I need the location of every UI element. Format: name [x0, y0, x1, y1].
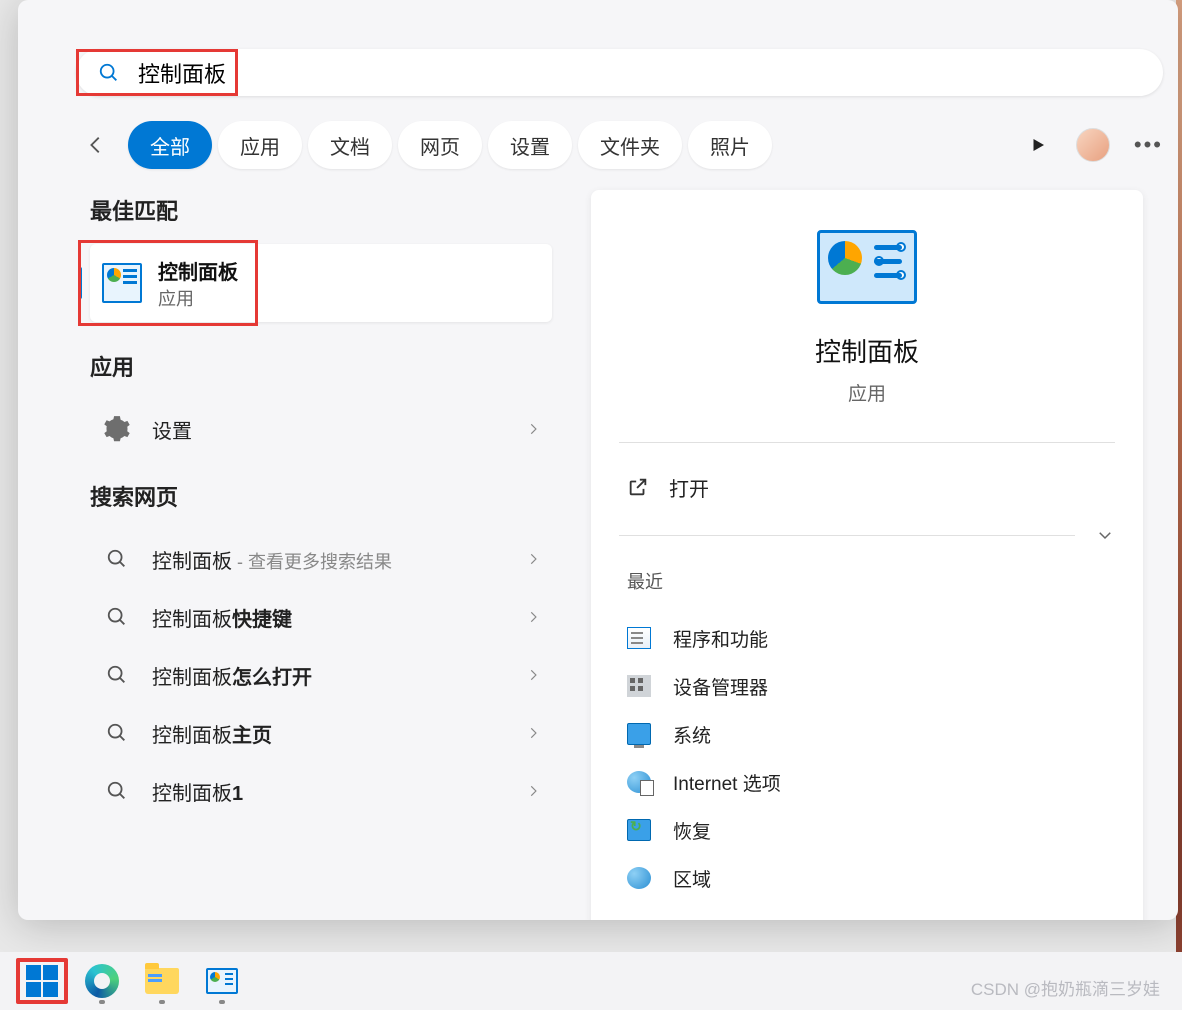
back-button[interactable] — [76, 125, 116, 165]
best-match-subtitle: 应用 — [158, 285, 238, 311]
tab-documents[interactable]: 文档 — [308, 121, 392, 169]
watermark: CSDN @抱奶瓶滴三岁娃 — [971, 975, 1160, 1000]
tab-folders[interactable]: 文件夹 — [578, 121, 682, 169]
chevron-right-icon — [526, 784, 540, 798]
search-icon — [106, 664, 128, 686]
recent-header: 最近 — [627, 568, 1115, 594]
play-icon — [1029, 136, 1047, 154]
web-header: 搜索网页 — [90, 480, 552, 512]
open-icon — [627, 476, 649, 498]
expand-divider[interactable] — [619, 526, 1115, 544]
tab-settings[interactable]: 设置 — [488, 121, 572, 169]
tab-all[interactable]: 全部 — [128, 121, 212, 169]
arrow-left-icon — [85, 134, 107, 156]
search-icon — [98, 62, 120, 84]
app-item-settings[interactable]: 设置 — [90, 400, 552, 458]
device-manager-icon — [627, 675, 651, 697]
results-column: 最佳匹配 控制面板 应用 应用 设置 搜索网页 控制面板 - — [18, 190, 566, 915]
web-result-3[interactable]: 控制面板主页 — [90, 704, 552, 762]
programs-icon — [627, 627, 651, 649]
result-label: 控制面板1 — [152, 777, 526, 806]
edge-icon — [85, 964, 119, 998]
recent-programs[interactable]: 程序和功能 — [619, 614, 1115, 662]
web-result-1[interactable]: 控制面板快捷键 — [90, 588, 552, 646]
region-icon — [627, 867, 651, 889]
windows-logo-icon — [26, 965, 58, 997]
open-label: 打开 — [669, 473, 709, 502]
control-panel-large-icon — [817, 230, 917, 304]
taskbar-edge[interactable] — [76, 958, 128, 1004]
search-tabs: 全部 应用 文档 网页 设置 文件夹 照片 — [128, 121, 778, 169]
search-icon — [106, 548, 128, 570]
web-result-4[interactable]: 控制面板1 — [90, 762, 552, 820]
open-action[interactable]: 打开 — [619, 463, 1115, 511]
best-match-header: 最佳匹配 — [90, 194, 552, 226]
tab-web[interactable]: 网页 — [398, 121, 482, 169]
chevron-down-icon — [1095, 526, 1115, 544]
chevron-right-icon — [526, 610, 540, 624]
chevron-right-icon — [526, 422, 540, 436]
recent-region[interactable]: 区域 — [619, 854, 1115, 902]
recent-system[interactable]: 系统 — [619, 710, 1115, 758]
control-panel-icon — [206, 968, 238, 994]
best-match-item[interactable]: 控制面板 应用 — [90, 244, 552, 322]
result-label: 控制面板快捷键 — [152, 603, 526, 632]
best-match-title: 控制面板 — [158, 256, 238, 285]
recovery-icon — [627, 819, 651, 841]
recent-internet-options[interactable]: Internet 选项 — [619, 758, 1115, 806]
gear-icon — [103, 415, 131, 443]
detail-card: 控制面板 应用 打开 最近 程序和功能 设备管理器 系统 Internet 选项… — [591, 190, 1143, 920]
search-input[interactable] — [138, 60, 1163, 86]
search-bar[interactable] — [76, 49, 1163, 96]
web-result-2[interactable]: 控制面板怎么打开 — [90, 646, 552, 704]
chevron-right-icon — [526, 726, 540, 740]
search-icon — [106, 606, 128, 628]
play-button[interactable] — [1024, 131, 1052, 159]
internet-options-icon — [627, 771, 651, 793]
detail-column: 控制面板 应用 打开 最近 程序和功能 设备管理器 系统 Internet 选项… — [566, 190, 1178, 915]
divider — [619, 442, 1115, 443]
result-label: 控制面板怎么打开 — [152, 661, 526, 690]
folder-icon — [145, 968, 179, 994]
search-icon — [106, 780, 128, 802]
chevron-right-icon — [526, 552, 540, 566]
result-label: 控制面板主页 — [152, 719, 526, 748]
result-label: 设置 — [152, 415, 526, 444]
control-panel-icon — [102, 263, 142, 303]
recent-device-manager[interactable]: 设备管理器 — [619, 662, 1115, 710]
windows-search-panel: 全部 应用 文档 网页 设置 文件夹 照片 ••• 最佳匹配 控制面板 应用 — [18, 0, 1178, 920]
detail-title: 控制面板 — [619, 332, 1115, 369]
tab-photos[interactable]: 照片 — [688, 121, 772, 169]
taskbar-control-panel[interactable] — [196, 958, 248, 1004]
user-avatar[interactable] — [1076, 128, 1110, 162]
filter-row: 全部 应用 文档 网页 设置 文件夹 照片 ••• — [76, 115, 1163, 175]
search-icon — [106, 722, 128, 744]
start-button[interactable] — [16, 958, 68, 1004]
apps-header: 应用 — [90, 350, 552, 382]
result-label: 控制面板 - 查看更多搜索结果 — [152, 545, 526, 574]
taskbar-file-explorer[interactable] — [136, 958, 188, 1004]
detail-subtitle: 应用 — [619, 379, 1115, 406]
system-icon — [627, 723, 651, 745]
tab-apps[interactable]: 应用 — [218, 121, 302, 169]
more-button[interactable]: ••• — [1134, 132, 1163, 158]
chevron-right-icon — [526, 668, 540, 682]
recent-recovery[interactable]: 恢复 — [619, 806, 1115, 854]
web-result-0[interactable]: 控制面板 - 查看更多搜索结果 — [90, 530, 552, 588]
